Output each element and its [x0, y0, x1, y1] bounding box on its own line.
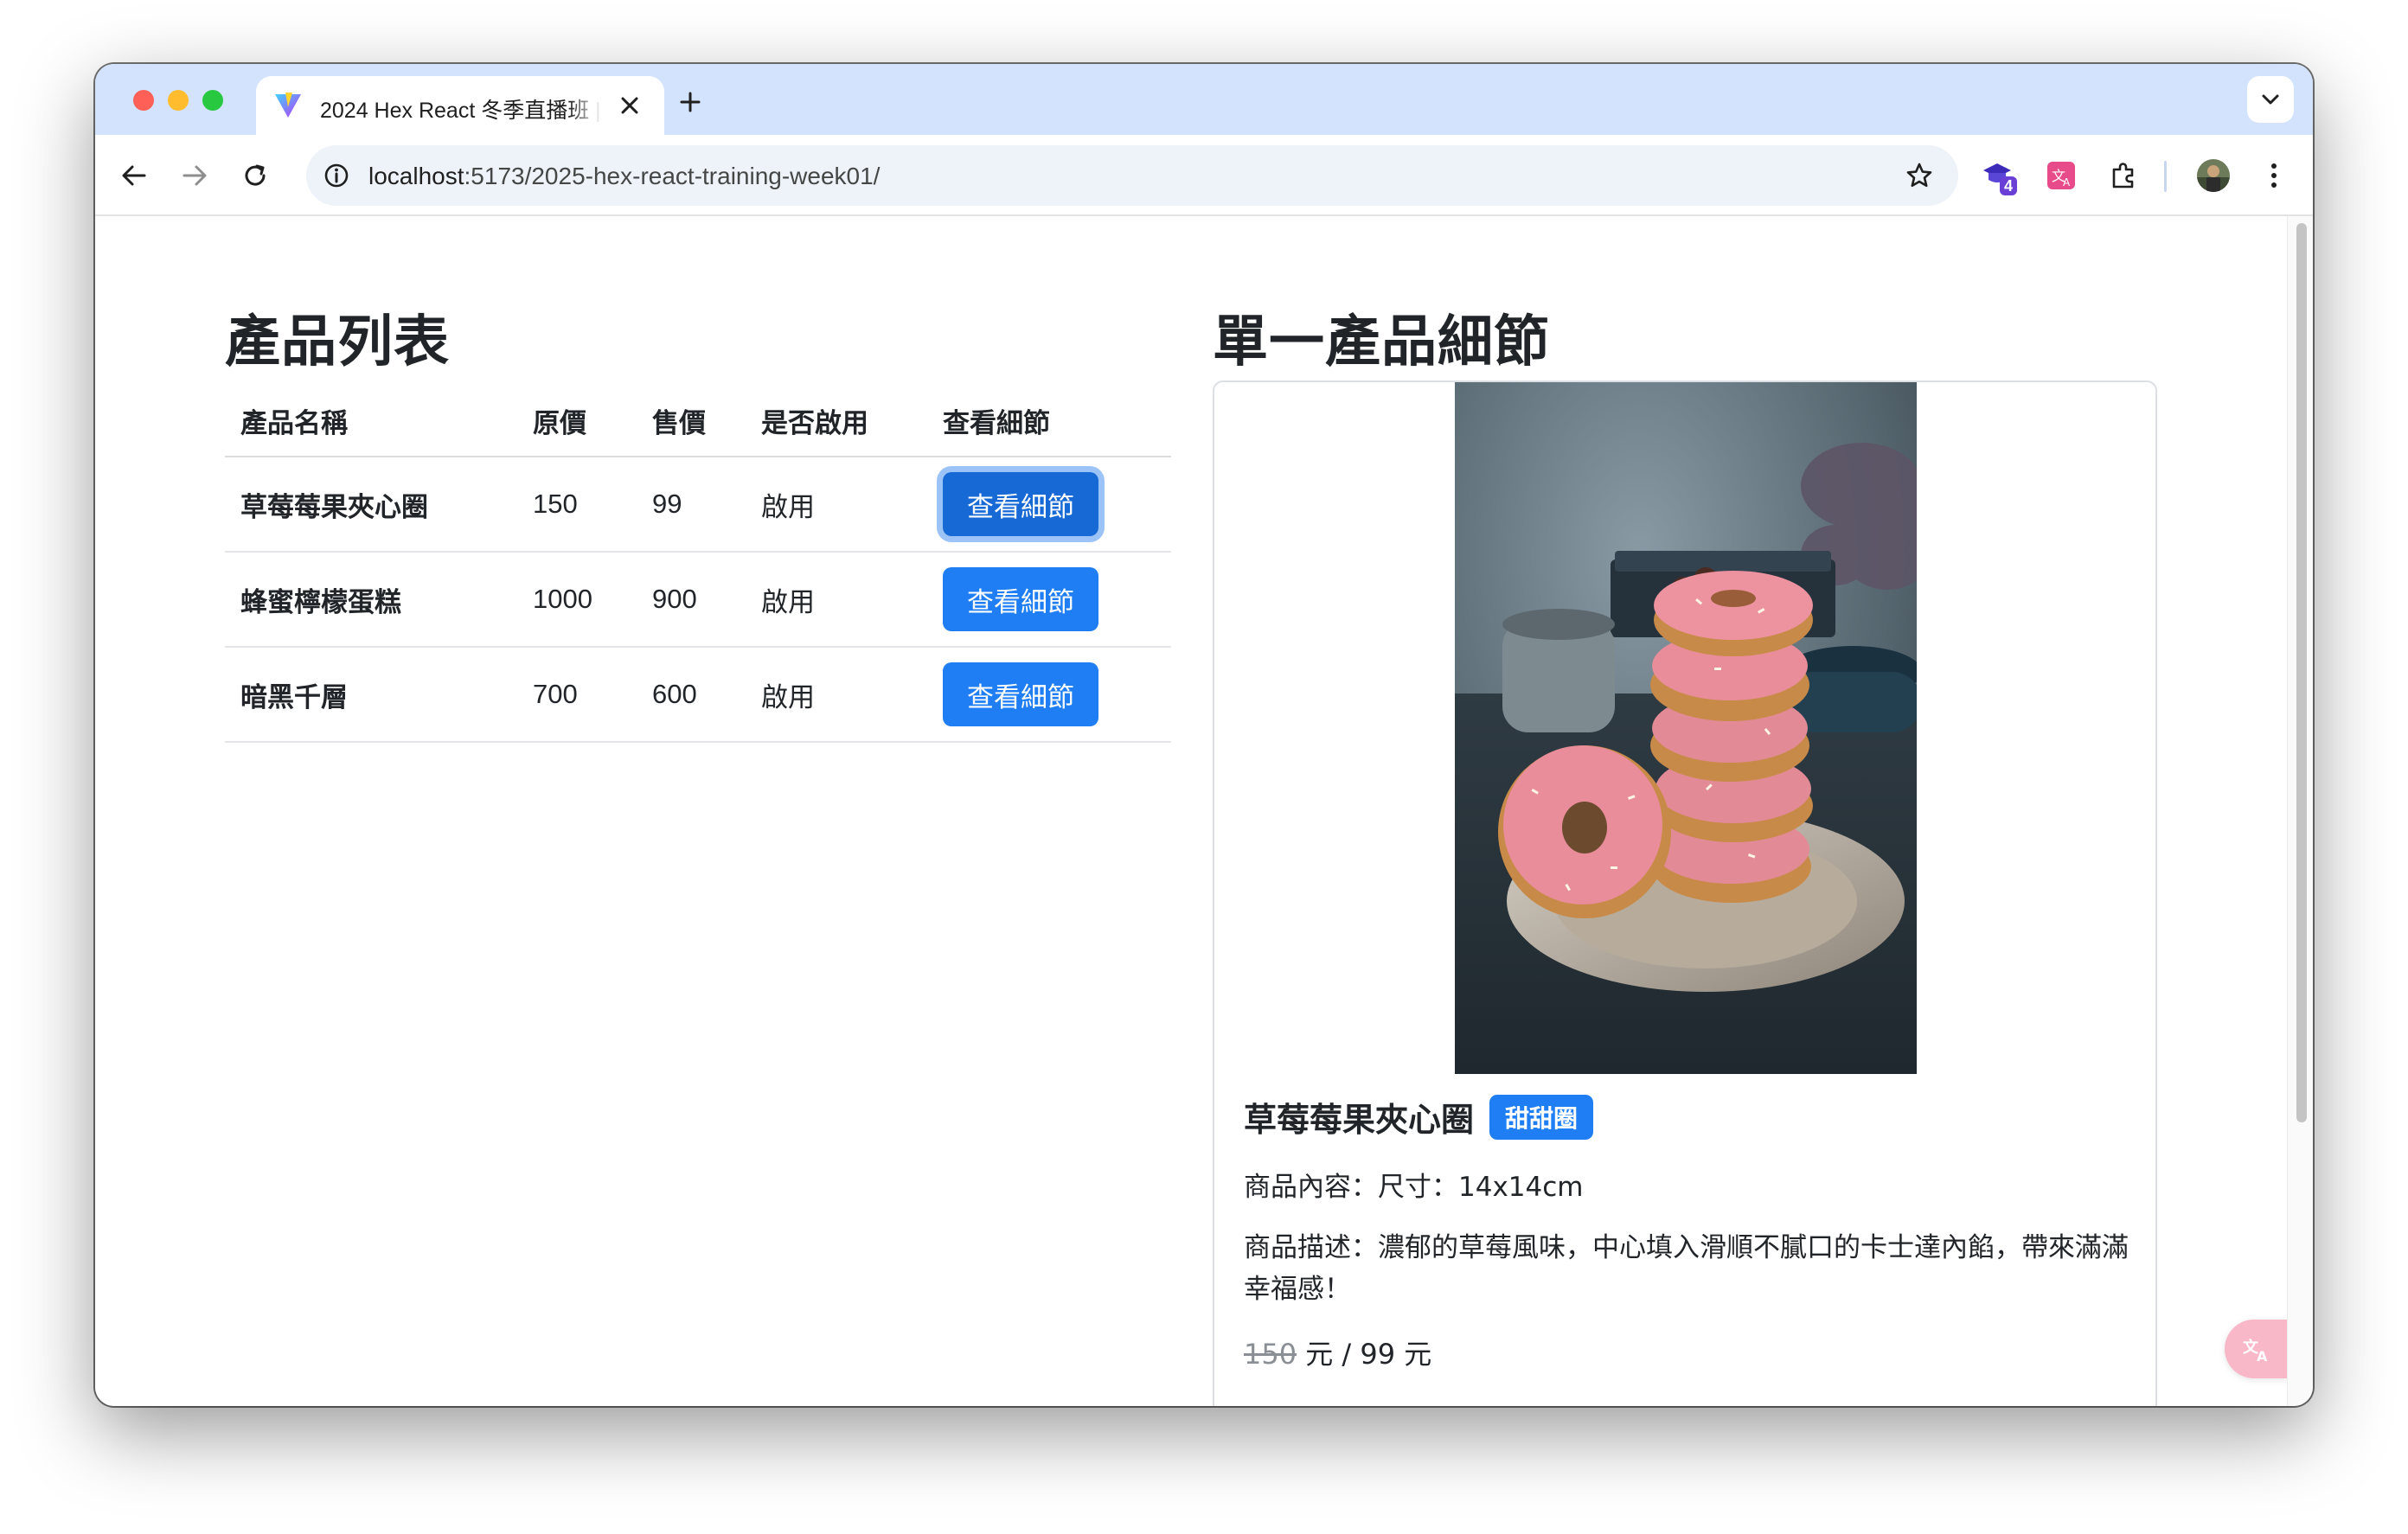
- product-name-cell: 暗黑千層: [225, 647, 517, 743]
- header-view-detail: 查看細節: [927, 386, 1171, 457]
- url-text[interactable]: localhost:5173/2025-hex-react-training-w…: [368, 163, 880, 190]
- product-name-cell: 蜂蜜檸檬蛋糕: [225, 552, 517, 648]
- product-detail-card: 草莓莓果夾心圈 甜甜圈 商品內容：尺寸：14x14cm 商品描述：濃郁的草莓風味…: [1213, 380, 2157, 1406]
- translate-extension-icon[interactable]: 文A: [2040, 154, 2083, 197]
- table-row: 草莓莓果夾心圈 150 99 啟用 查看細節: [225, 457, 1171, 553]
- browser-tab-active[interactable]: 2024 Hex React 冬季直播班 | W: [256, 76, 664, 135]
- browser-toolbar: localhost:5173/2025-hex-react-training-w…: [95, 135, 2313, 216]
- tab-search-chevron-icon[interactable]: [2247, 76, 2294, 123]
- close-window-button[interactable]: [133, 90, 154, 111]
- toolbar-divider: [2164, 161, 2167, 192]
- view-detail-button[interactable]: 查看細節: [943, 567, 1098, 631]
- vite-favicon-icon: [273, 92, 303, 119]
- browser-window: 2024 Hex React 冬季直播班 | W localhost:5173/: [95, 64, 2313, 1406]
- price-cell: 99: [637, 457, 746, 553]
- page-viewport: 產品列表 產品名稱 原價 售價 是否啟用 查看細節 草莓莓果夾心圈 150 99…: [95, 216, 2287, 1406]
- table-row: 暗黑千層 700 600 啟用 查看細節: [225, 647, 1171, 743]
- product-list-title: 產品列表: [225, 310, 450, 374]
- card-heading: 草莓莓果夾心圈 甜甜圈: [1244, 1093, 2129, 1141]
- profile-avatar[interactable]: [2192, 154, 2235, 197]
- svg-text:A: A: [2257, 1348, 2268, 1365]
- header-product-name: 產品名稱: [225, 386, 517, 457]
- price-unit: 元 /: [1297, 1338, 1361, 1371]
- product-description: 商品描述：濃郁的草莓風味，中心填入滑順不膩口的卡士達內餡，帶來滿滿幸福感！: [1244, 1232, 2129, 1305]
- reload-icon[interactable]: [234, 154, 277, 197]
- product-name-cell: 草莓莓果夾心圈: [225, 457, 517, 553]
- origin-price-cell: 700: [517, 647, 637, 743]
- header-is-enabled: 是否啟用: [746, 386, 927, 457]
- zoom-window-button[interactable]: [202, 90, 223, 111]
- bookmark-star-icon[interactable]: [1901, 157, 1937, 194]
- card-body: 草莓莓果夾心圈 甜甜圈 商品內容：尺寸：14x14cm 商品描述：濃郁的草莓風味…: [1244, 1093, 2129, 1372]
- extension-hat-icon[interactable]: 4: [1977, 154, 2021, 197]
- back-arrow-icon[interactable]: [112, 154, 156, 197]
- price-cell: 600: [637, 647, 746, 743]
- translate-floating-icon[interactable]: 文A: [2225, 1320, 2287, 1378]
- product-price: 150 元 / 99 元: [1244, 1333, 2129, 1372]
- forward-arrow-icon[interactable]: [173, 154, 216, 197]
- product-image: [1455, 382, 1917, 1074]
- origin-price-cell: 150: [517, 457, 637, 553]
- address-bar[interactable]: localhost:5173/2025-hex-react-training-w…: [306, 145, 1958, 206]
- sale-price: 99: [1360, 1338, 1396, 1371]
- new-tab-plus-icon[interactable]: [673, 85, 708, 119]
- origin-price: 150: [1244, 1338, 1297, 1371]
- action-cell: 查看細節: [927, 647, 1171, 743]
- product-table: 產品名稱 原價 售價 是否啟用 查看細節 草莓莓果夾心圈 150 99 啟用 查…: [225, 386, 1171, 743]
- site-info-icon[interactable]: [318, 157, 355, 194]
- product-content: 商品內容：尺寸：14x14cm: [1244, 1172, 1584, 1203]
- table-row: 蜂蜜檸檬蛋糕 1000 900 啟用 查看細節: [225, 552, 1171, 648]
- svg-text:A: A: [2063, 176, 2071, 189]
- action-cell: 查看細節: [927, 552, 1171, 648]
- tab-strip: 2024 Hex React 冬季直播班 | W: [95, 64, 2313, 135]
- scrollbar-thumb[interactable]: [2296, 223, 2307, 1122]
- status-cell: 啟用: [746, 552, 927, 648]
- product-name: 草莓莓果夾心圈: [1244, 1101, 1475, 1139]
- category-badge: 甜甜圈: [1489, 1094, 1594, 1140]
- origin-price-cell: 1000: [517, 552, 637, 648]
- page-scrollbar[interactable]: [2287, 216, 2313, 1406]
- price-cell: 900: [637, 552, 746, 648]
- tab-close-icon[interactable]: [614, 90, 645, 121]
- table-header-row: 產品名稱 原價 售價 是否啟用 查看細節: [225, 386, 1171, 457]
- status-cell: 啟用: [746, 457, 927, 553]
- view-detail-button[interactable]: 查看細節: [943, 472, 1098, 536]
- price-suffix: 元: [1395, 1338, 1432, 1371]
- product-detail-title: 單一產品細節: [1213, 310, 1550, 374]
- browser-menu-kebab-icon[interactable]: [2252, 154, 2296, 197]
- header-price: 售價: [637, 386, 746, 457]
- tab-title: 2024 Hex React 冬季直播班 | W: [320, 99, 602, 123]
- status-cell: 啟用: [746, 647, 927, 743]
- view-detail-button[interactable]: 查看細節: [943, 662, 1098, 726]
- extension-badge: 4: [2000, 176, 2018, 195]
- header-origin-price: 原價: [517, 386, 637, 457]
- minimize-window-button[interactable]: [168, 90, 189, 111]
- extensions-puzzle-icon[interactable]: [2102, 154, 2145, 197]
- action-cell: 查看細節: [927, 457, 1171, 553]
